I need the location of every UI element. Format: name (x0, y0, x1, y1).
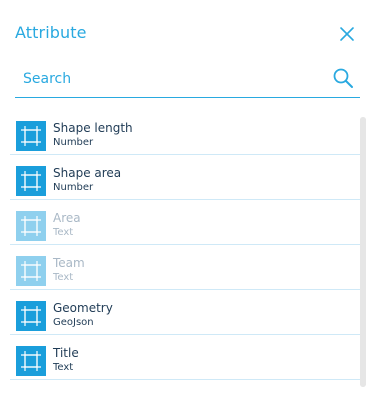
search-icon[interactable] (332, 67, 354, 89)
attribute-panel: Attribute Search Shape length Number Sha… (0, 0, 375, 398)
shape-icon (16, 121, 46, 151)
panel-title: Attribute (15, 23, 87, 42)
scrollbar-thumb[interactable] (360, 117, 366, 387)
list-item-area[interactable]: Area Text (10, 200, 362, 245)
panel-header: Attribute (15, 22, 360, 46)
list-item-shape-area[interactable]: Shape area Number (10, 155, 362, 200)
attribute-name: Area (53, 211, 81, 225)
list-item-geometry[interactable]: Geometry GeoJson (10, 290, 362, 335)
attribute-name: Shape length (53, 121, 133, 135)
attribute-type: Text (53, 227, 74, 238)
attribute-list-container: Shape length Number Shape area Number Ar… (10, 110, 366, 388)
search-input[interactable] (15, 62, 315, 96)
shape-icon (16, 211, 46, 241)
close-icon[interactable] (337, 24, 357, 44)
list-item-shape-length[interactable]: Shape length Number (10, 110, 362, 155)
attribute-type: Text (53, 272, 74, 283)
shape-icon (16, 256, 46, 286)
list-item-title[interactable]: Title Text (10, 335, 362, 380)
attribute-name: Shape area (53, 166, 122, 180)
shape-icon (16, 346, 46, 376)
attribute-name: Title (53, 346, 79, 360)
attribute-type: Number (53, 137, 94, 148)
attribute-name: Team (53, 256, 85, 270)
list-item-team[interactable]: Team Text (10, 245, 362, 290)
attribute-type: Number (53, 182, 94, 193)
scrollbar-track[interactable] (360, 117, 366, 387)
shape-icon (16, 166, 46, 196)
shape-icon (16, 301, 46, 331)
attribute-name: Geometry (53, 301, 113, 315)
attribute-type: Text (53, 362, 74, 373)
search-bar (15, 62, 360, 98)
attribute-type: GeoJson (53, 317, 94, 328)
attribute-list: Shape length Number Shape area Number Ar… (10, 110, 362, 380)
